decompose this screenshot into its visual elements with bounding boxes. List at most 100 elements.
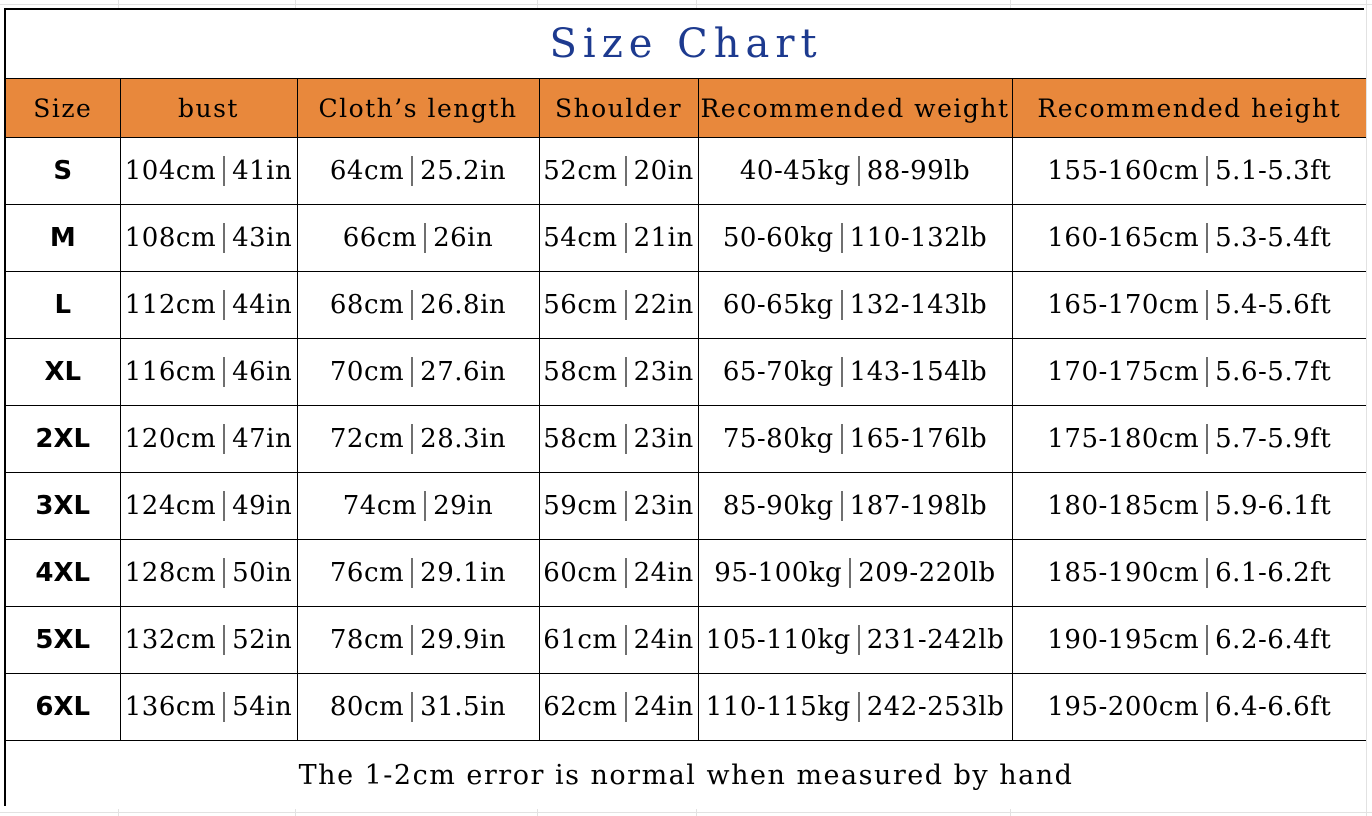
unit-separator-icon xyxy=(411,290,414,320)
value-metric: 60cm xyxy=(543,558,618,588)
cell-recommended-weight: 105-110kg 231-242lb xyxy=(697,606,1013,674)
unit-separator-icon xyxy=(624,424,627,454)
value-metric: 74cm xyxy=(342,491,418,521)
cell-recommended-weight: 110-115kg 242-253lb xyxy=(697,673,1013,741)
cell-cloth-length: 74cm 29in xyxy=(296,472,540,540)
cell-cloth-length: 68cm 26.8in xyxy=(296,271,540,339)
value-metric: 165-170cm xyxy=(1047,290,1200,320)
value-imperial: 23in xyxy=(633,491,694,521)
table-row: S 104cm 41in 64cm 25.2in 52cm 20in 40-45kg 8… xyxy=(6,137,1367,205)
value-imperial: 29in xyxy=(433,491,494,521)
cell-shoulder: 52cm 20in xyxy=(538,137,699,205)
value-imperial: 165-176lb xyxy=(849,424,988,454)
value-imperial: 132-143lb xyxy=(849,290,988,320)
value-metric: 80cm xyxy=(329,692,405,722)
table-header-row: Size bust Cloth’s length Shoulder Recomm… xyxy=(6,78,1367,138)
unit-separator-icon xyxy=(223,223,226,253)
cell-recommended-height: 180-185cm 5.9-6.1ft xyxy=(1011,472,1367,540)
value-imperial: 31.5in xyxy=(420,692,507,722)
unit-separator-icon xyxy=(223,558,226,588)
value-imperial: 25.2in xyxy=(420,156,507,186)
value-metric: 54cm xyxy=(543,223,618,253)
value-imperial: 23in xyxy=(633,424,694,454)
value-metric: 52cm xyxy=(543,156,618,186)
value-metric: 128cm xyxy=(124,558,217,588)
value-metric: 58cm xyxy=(543,357,618,387)
value-imperial: 52in xyxy=(232,625,293,655)
cell-bust: 112cm 44in xyxy=(119,271,298,339)
cell-bust: 104cm 41in xyxy=(119,137,298,205)
value-imperial: 24in xyxy=(633,692,694,722)
value-imperial: 110-132lb xyxy=(849,223,988,253)
cell-bust: 120cm 47in xyxy=(119,405,298,473)
value-imperial: 54in xyxy=(232,692,293,722)
cell-shoulder: 62cm 24in xyxy=(538,673,699,741)
cell-shoulder: 58cm 23in xyxy=(538,405,699,473)
value-metric: 72cm xyxy=(329,424,405,454)
cell-size: 6XL xyxy=(6,673,121,741)
column-header-shoulder: Shoulder xyxy=(538,78,699,138)
table-row: 4XL 128cm 50in 76cm 29.1in 60cm 24in 95-100… xyxy=(6,539,1367,607)
value-metric: 124cm xyxy=(124,491,217,521)
value-metric: 85-90kg xyxy=(722,491,834,521)
table-row: 3XL 124cm 49in 74cm 29in 59cm 23in 85-90kg 1… xyxy=(6,472,1367,540)
cell-recommended-weight: 65-70kg 143-154lb xyxy=(697,338,1013,406)
value-imperial: 29.1in xyxy=(420,558,507,588)
value-imperial: 6.4-6.6ft xyxy=(1215,692,1332,722)
table-row: 5XL 132cm 52in 78cm 29.9in 61cm 24in 105-11… xyxy=(6,606,1367,674)
unit-separator-icon xyxy=(857,625,860,655)
value-imperial: 143-154lb xyxy=(849,357,988,387)
column-header-size: Size xyxy=(6,78,121,138)
value-metric: 175-180cm xyxy=(1047,424,1200,454)
value-metric: 66cm xyxy=(342,223,418,253)
unit-separator-icon xyxy=(223,290,226,320)
cell-recommended-height: 165-170cm 5.4-5.6ft xyxy=(1011,271,1367,339)
value-metric: 104cm xyxy=(124,156,217,186)
unit-separator-icon xyxy=(624,223,627,253)
cell-recommended-height: 170-175cm 5.6-5.7ft xyxy=(1011,338,1367,406)
table-row: M 108cm 43in 66cm 26in 54cm 21in 50-60kg 110… xyxy=(6,204,1367,272)
cell-recommended-weight: 75-80kg 165-176lb xyxy=(697,405,1013,473)
value-metric: 112cm xyxy=(124,290,217,320)
value-imperial: 23in xyxy=(633,357,694,387)
value-imperial: 24in xyxy=(633,625,694,655)
value-imperial: 6.1-6.2ft xyxy=(1215,558,1332,588)
unit-separator-icon xyxy=(223,625,226,655)
cell-size: M xyxy=(6,204,121,272)
value-imperial: 41in xyxy=(232,156,293,186)
table-row: L 112cm 44in 68cm 26.8in 56cm 22in 60-65kg 1… xyxy=(6,271,1367,339)
value-metric: 78cm xyxy=(329,625,405,655)
value-metric: 116cm xyxy=(124,357,217,387)
value-imperial: 5.4-5.6ft xyxy=(1215,290,1332,320)
page-title: Size Chart xyxy=(549,21,823,67)
unit-separator-icon xyxy=(1206,491,1209,521)
value-metric: 61cm xyxy=(543,625,618,655)
unit-separator-icon xyxy=(624,357,627,387)
unit-separator-icon xyxy=(424,491,427,521)
unit-separator-icon xyxy=(840,223,843,253)
value-imperial: 27.6in xyxy=(420,357,507,387)
cell-size: XL xyxy=(6,338,121,406)
column-header-recommended-weight: Recommended weight xyxy=(697,78,1013,138)
cell-recommended-weight: 95-100kg 209-220lb xyxy=(697,539,1013,607)
value-metric: 195-200cm xyxy=(1047,692,1200,722)
unit-separator-icon xyxy=(424,223,427,253)
cell-recommended-height: 190-195cm 6.2-6.4ft xyxy=(1011,606,1367,674)
unit-separator-icon xyxy=(624,156,627,186)
value-metric: 185-190cm xyxy=(1047,558,1200,588)
table-row: XL 116cm 46in 70cm 27.6in 58cm 23in 65-70kg… xyxy=(6,338,1367,406)
cell-bust: 108cm 43in xyxy=(119,204,298,272)
unit-separator-icon xyxy=(1206,223,1209,253)
value-metric: 65-70kg xyxy=(722,357,834,387)
measurement-note: The 1-2cm error is normal when measured … xyxy=(6,740,1367,809)
cell-bust: 136cm 54in xyxy=(119,673,298,741)
value-imperial: 21in xyxy=(633,223,694,253)
value-metric: 132cm xyxy=(124,625,217,655)
unit-separator-icon xyxy=(857,692,860,722)
unit-separator-icon xyxy=(411,357,414,387)
unit-separator-icon xyxy=(857,156,860,186)
unit-separator-icon xyxy=(411,424,414,454)
cell-recommended-height: 160-165cm 5.3-5.4ft xyxy=(1011,204,1367,272)
cell-shoulder: 54cm 21in xyxy=(538,204,699,272)
value-metric: 170-175cm xyxy=(1047,357,1200,387)
